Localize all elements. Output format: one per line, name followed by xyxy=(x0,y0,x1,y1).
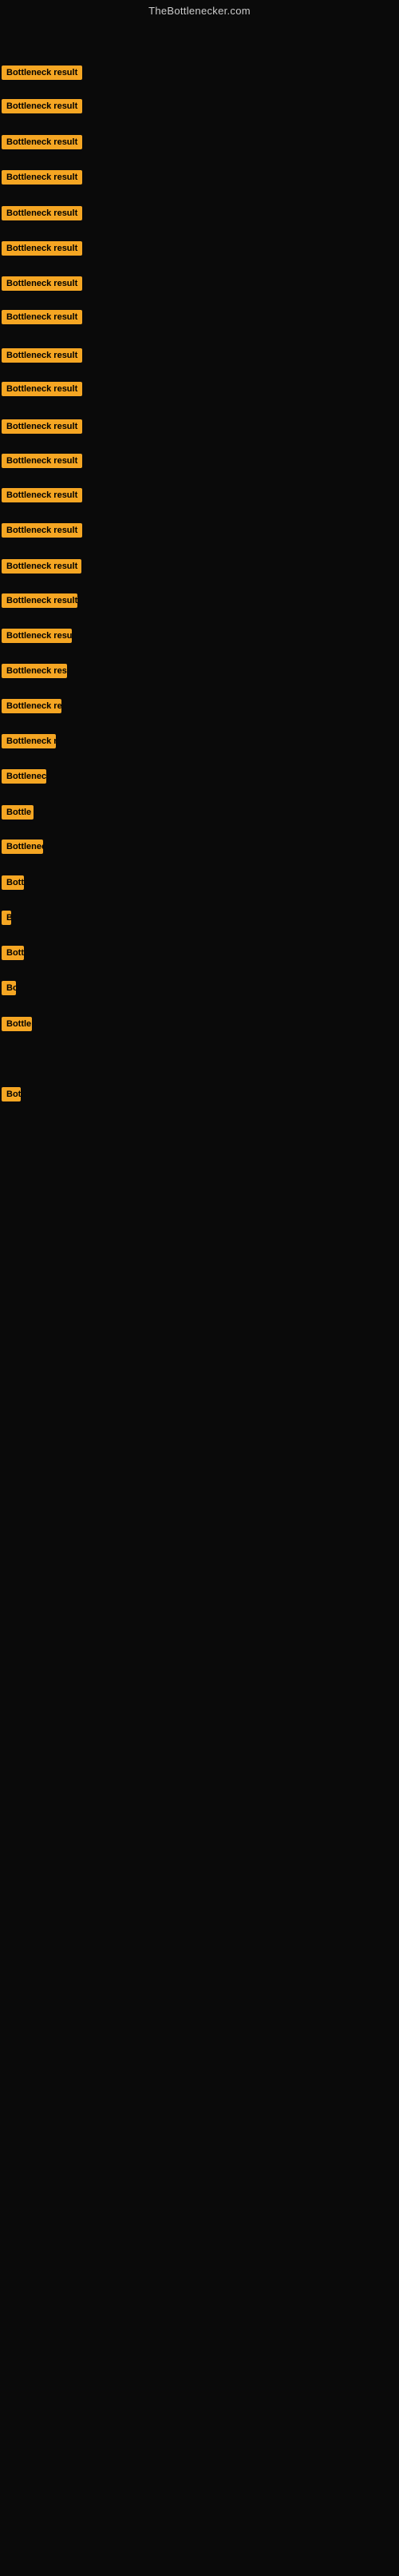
list-item: Bottle xyxy=(2,1017,32,1035)
list-item: Bottleneck result xyxy=(2,241,82,260)
list-item: Bottleneck xyxy=(2,769,46,788)
bottleneck-badge: Bottleneck result xyxy=(2,382,82,396)
bottleneck-badge: Bott xyxy=(2,875,24,890)
bottleneck-badge: Bottleneck result xyxy=(2,699,61,713)
bottleneck-badge: Bottleneck result xyxy=(2,310,82,324)
list-item: Bottleneck result xyxy=(2,523,82,542)
list-item: Bottleneck result xyxy=(2,419,82,438)
list-item: Bott xyxy=(2,875,24,894)
list-item: Bottleneck result xyxy=(2,310,82,328)
bottleneck-badge: Bottleneck result xyxy=(2,629,72,643)
bottleneck-badge: Bottleneck result xyxy=(2,454,82,468)
list-item: Bottleneck result xyxy=(2,276,82,295)
list-item: Bottle xyxy=(2,805,34,824)
bottleneck-badge: Bottleneck result xyxy=(2,276,82,291)
bottleneck-badge: Bottleneck result xyxy=(2,99,82,113)
list-item: Bottleneck xyxy=(2,839,43,858)
list-item: Bottleneck result xyxy=(2,99,82,117)
bottleneck-badge: Bottleneck xyxy=(2,839,43,854)
list-item: Bottleneck result xyxy=(2,135,82,153)
list-item: Bo xyxy=(2,981,16,999)
bottleneck-badge: Bottleneck result xyxy=(2,559,81,574)
bottleneck-badge: Bottleneck result xyxy=(2,65,82,80)
list-item: Bottleneck result xyxy=(2,65,82,84)
bottleneck-badge: B xyxy=(2,911,11,925)
bottleneck-badge: Bottleneck result xyxy=(2,593,77,608)
list-item: Bottleneck result xyxy=(2,488,82,506)
bottleneck-badge: Bo xyxy=(2,981,16,995)
list-item: Bottleneck result xyxy=(2,348,82,367)
list-item: Bot xyxy=(2,1087,21,1105)
bottleneck-badge: Bot xyxy=(2,1087,21,1101)
bottleneck-badge: Bottleneck result xyxy=(2,523,82,538)
bottleneck-badge: Bottle xyxy=(2,805,34,820)
bottleneck-badge: Bottleneck xyxy=(2,769,46,784)
bottleneck-badge: Bottleneck result xyxy=(2,206,82,220)
list-item: Bottleneck result xyxy=(2,664,67,682)
bottleneck-badge: Bottleneck result xyxy=(2,241,82,256)
list-item: Bottleneck result xyxy=(2,382,82,400)
bottleneck-badge: Bottleneck result xyxy=(2,488,82,502)
list-item: Bott xyxy=(2,946,24,964)
bottleneck-badge: Bottleneck result xyxy=(2,170,82,185)
list-item: Bottleneck result xyxy=(2,454,82,472)
list-item: Bottleneck result xyxy=(2,699,61,717)
bottleneck-badge: Bottleneck result xyxy=(2,734,56,748)
list-item: Bottleneck result xyxy=(2,559,81,578)
bottleneck-badge: Bottleneck result xyxy=(2,664,67,678)
bottleneck-badge: Bottle xyxy=(2,1017,32,1031)
list-item: Bottleneck result xyxy=(2,734,56,752)
bottleneck-badge: Bottleneck result xyxy=(2,348,82,363)
site-header: TheBottlenecker.com xyxy=(0,0,399,20)
list-item: Bottleneck result xyxy=(2,170,82,189)
list-item: Bottleneck result xyxy=(2,593,77,612)
bottleneck-badge: Bottleneck result xyxy=(2,419,82,434)
list-item: Bottleneck result xyxy=(2,206,82,224)
list-item: Bottleneck result xyxy=(2,629,72,647)
list-item: B xyxy=(2,911,11,929)
bottleneck-badge: Bott xyxy=(2,946,24,960)
bottleneck-badge: Bottleneck result xyxy=(2,135,82,149)
